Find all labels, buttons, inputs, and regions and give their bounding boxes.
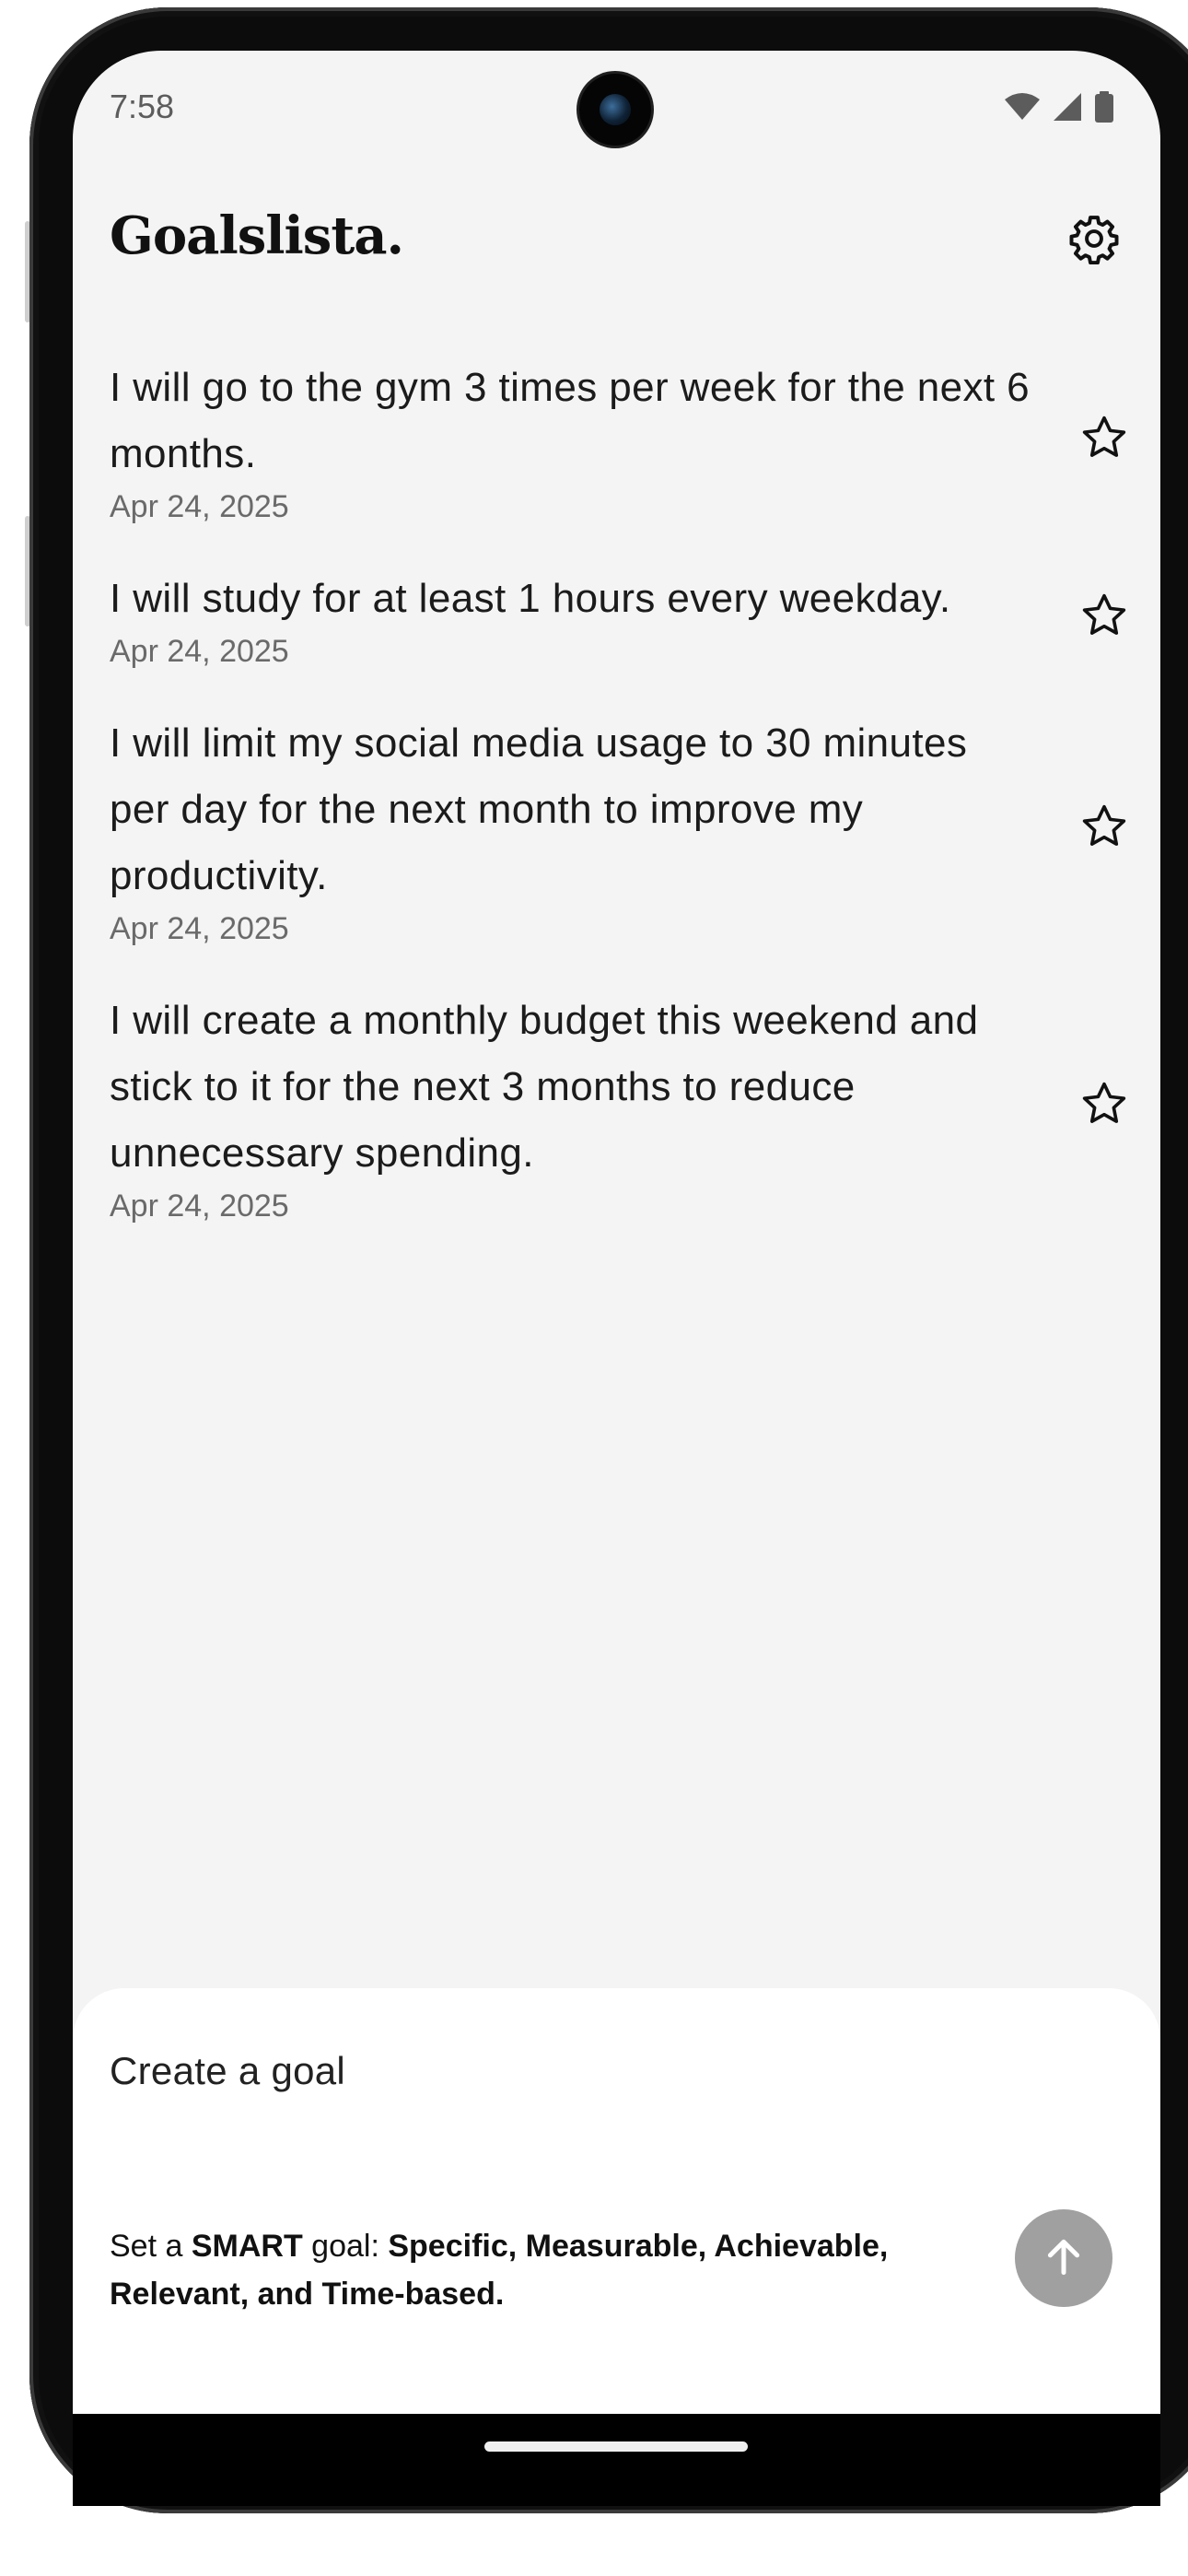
goal-list: I will go to the gym 3 times per week fo… bbox=[110, 355, 1132, 1265]
goal-date: Apr 24, 2025 bbox=[110, 634, 289, 669]
settings-button[interactable] bbox=[1066, 212, 1123, 269]
goal-item[interactable]: I will create a monthly budget this week… bbox=[110, 988, 1132, 1224]
submit-goal-button[interactable] bbox=[1015, 2209, 1112, 2307]
favorite-button[interactable] bbox=[1077, 591, 1132, 646]
star-icon bbox=[1079, 802, 1129, 856]
app-screen: 7:58 Goalslista. I will go to the gym 3 … bbox=[73, 51, 1160, 2414]
app-title: Goalslista. bbox=[110, 205, 404, 266]
hint-middle: goal: bbox=[302, 2229, 389, 2264]
cellular-signal-icon bbox=[1052, 92, 1083, 126]
goal-composer: Set a SMART goal: Specific, Measurable, … bbox=[73, 1988, 1160, 2414]
status-time: 7:58 bbox=[110, 88, 175, 125]
hint-smart: SMART bbox=[191, 2229, 303, 2264]
favorite-button[interactable] bbox=[1077, 413, 1132, 468]
star-icon bbox=[1079, 591, 1129, 645]
star-icon bbox=[1079, 1079, 1129, 1133]
hint-prefix: Set a bbox=[110, 2229, 192, 2264]
goal-text: I will create a monthly budget this week… bbox=[110, 998, 979, 1176]
favorite-button[interactable] bbox=[1077, 1079, 1132, 1134]
battery-icon bbox=[1094, 91, 1114, 127]
goal-text: I will limit my social media usage to 30… bbox=[110, 720, 968, 898]
goal-item[interactable]: I will limit my social media usage to 30… bbox=[110, 710, 1132, 947]
camera-lens bbox=[600, 94, 631, 125]
goal-date: Apr 24, 2025 bbox=[110, 911, 289, 946]
gear-icon bbox=[1068, 213, 1120, 269]
goal-text: I will study for at least 1 hours every … bbox=[110, 576, 951, 621]
arrow-up-icon bbox=[1041, 2234, 1087, 2283]
status-icons bbox=[1004, 91, 1114, 127]
smart-goal-hint: Set a SMART goal: Specific, Measurable, … bbox=[110, 2222, 1012, 2318]
goal-date: Apr 24, 2025 bbox=[110, 1188, 289, 1224]
wifi-icon bbox=[1004, 92, 1041, 126]
front-camera bbox=[579, 74, 651, 146]
goal-item[interactable]: I will go to the gym 3 times per week fo… bbox=[110, 355, 1132, 525]
goal-input[interactable] bbox=[110, 2049, 938, 2093]
home-indicator[interactable] bbox=[484, 2441, 748, 2452]
favorite-button[interactable] bbox=[1077, 802, 1132, 857]
star-icon bbox=[1079, 413, 1129, 467]
goal-date: Apr 24, 2025 bbox=[110, 489, 289, 524]
navigation-bar bbox=[73, 2414, 1160, 2506]
goal-item[interactable]: I will study for at least 1 hours every … bbox=[110, 566, 1132, 670]
goal-text: I will go to the gym 3 times per week fo… bbox=[110, 365, 1031, 476]
